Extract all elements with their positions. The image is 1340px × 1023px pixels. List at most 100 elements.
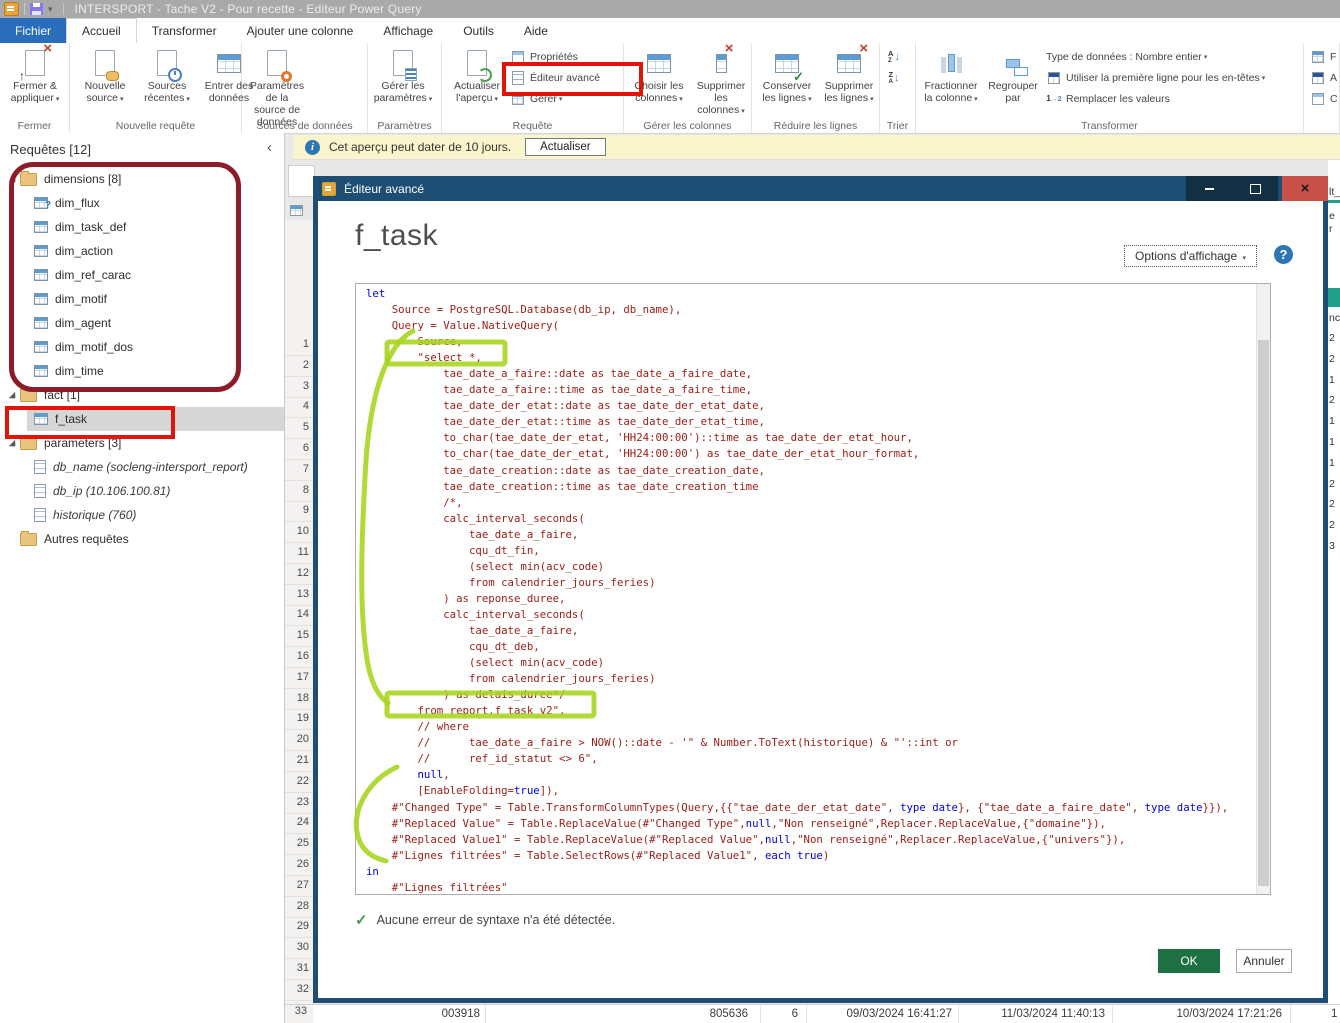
expand-arrow-icon[interactable] <box>9 392 15 398</box>
dialog-title-bar[interactable]: Éditeur avancé × <box>313 176 1328 201</box>
refresh-button[interactable]: Actualiser <box>525 138 606 156</box>
expand-arrow-icon[interactable] <box>9 440 15 446</box>
query-item-historique[interactable]: historique (760) <box>0 503 284 527</box>
query-item-dimensions[interactable]: dimensions [8] <box>0 167 284 191</box>
query-item-dim_flux[interactable]: dim_flux <box>0 191 284 215</box>
help-icon[interactable]: ? <box>1274 245 1293 264</box>
query-unknown-icon <box>34 197 48 209</box>
properties-button[interactable]: Propriétés <box>510 46 600 67</box>
row-number: 6 <box>285 442 309 454</box>
query-item-f_task[interactable]: f_task <box>0 407 284 431</box>
tab-fichier[interactable]: Fichier <box>0 18 66 43</box>
table-cell: 11/03/2024 11:40:13 <box>935 1008 1105 1020</box>
query-item-dim_agent[interactable]: dim_agent <box>0 311 284 335</box>
data-source-settings-button[interactable]: Paramètres de lasource de données <box>246 46 308 128</box>
query-item-fact[interactable]: fact [1] <box>0 383 284 407</box>
ribbon-group-nouvelle-requête: Nouvellesource▾Sourcesrécentes▾Entrer de… <box>70 43 242 133</box>
append-queries-button[interactable]: A <box>1310 67 1338 88</box>
new-source-button[interactable]: Nouvellesource▾ <box>74 46 136 106</box>
code-line: from calendrier_jours_feries) <box>366 671 1256 687</box>
ok-button[interactable]: OK <box>1158 949 1220 973</box>
code-line: calc_interval_seconds( <box>366 511 1256 527</box>
query-item-dim_time[interactable]: dim_time <box>0 359 284 383</box>
close-button[interactable]: × <box>1282 176 1328 201</box>
button-label: Actualiserl'aperçu▾ <box>454 80 500 106</box>
advanced-editor-button[interactable]: Éditeur avancé <box>510 67 600 88</box>
app-icon <box>4 2 19 16</box>
group-label: Sources de données <box>242 120 367 132</box>
keep-rows-button[interactable]: ✓Conserverles lignes▾ <box>756 46 818 106</box>
code-line: Query = Value.NativeQuery( <box>366 318 1256 334</box>
replace-values-button[interactable]: 1→2Remplacer les valeurs <box>1046 88 1265 109</box>
choose-columns-button[interactable]: Choisir lescolonnes▾ <box>628 46 690 106</box>
queries-pane-title: Requêtes [12] <box>10 142 91 157</box>
tab-affichage[interactable]: Affichage <box>368 18 448 43</box>
query-item-db_ip[interactable]: db_ip (10.106.100.81) <box>0 479 284 503</box>
tab-ajouter-une-colonne[interactable]: Ajouter une colonne <box>232 18 369 43</box>
code-line: from report.f_task_v2", <box>366 703 1256 719</box>
recent-sources-button[interactable]: Sourcesrécentes▾ <box>136 46 198 106</box>
code-editor[interactable]: let Source = PostgreSQL.Database(db_ip, … <box>355 283 1271 895</box>
table-delrow-icon: × <box>837 48 861 78</box>
tab-transformer[interactable]: Transformer <box>137 18 232 43</box>
table-keep-icon: ✓ <box>775 48 799 78</box>
m-code[interactable]: let Source = PostgreSQL.Database(db_ip, … <box>356 286 1256 894</box>
split-column-button[interactable]: Fractionnerla colonne▾ <box>920 46 982 106</box>
code-line: tae_date_a_faire::date as tae_date_a_fai… <box>366 366 1256 382</box>
query-item-dim_task_def[interactable]: dim_task_def <box>0 215 284 239</box>
cancel-button[interactable]: Annuler <box>1236 949 1292 973</box>
row-number: 12 <box>285 567 309 579</box>
combine-files-button[interactable]: C <box>1310 88 1338 109</box>
za-icon: ZA↓ <box>886 70 902 85</box>
scrollbar[interactable] <box>1256 284 1270 894</box>
manage-button[interactable]: Gérer▾ <box>510 88 600 109</box>
tab-accueil[interactable]: Accueil <box>66 18 137 43</box>
expand-arrow-icon[interactable] <box>9 176 15 182</box>
remove-columns-button[interactable]: ×Supprimer lescolonnes▾ <box>690 46 752 118</box>
ribbon-tabs: FichierAccueilTransformerAjouter une col… <box>0 18 1340 44</box>
group-label: Réduire les lignes <box>752 120 879 132</box>
query-item-db_name[interactable]: db_name (socleng-intersport_report) <box>0 455 284 479</box>
tree-indent <box>9 536 15 542</box>
query-item-dim_motif_dos[interactable]: dim_motif_dos <box>0 335 284 359</box>
page-refresh-icon <box>467 48 487 78</box>
manage-parameters-button[interactable]: Gérer lesparamètres▾ <box>372 46 434 106</box>
group-label: Fermer <box>0 120 69 132</box>
display-options-dropdown[interactable]: Options d'affichage ▾ <box>1124 245 1257 267</box>
query-item-Autres[interactable]: Autres requêtes <box>0 527 284 551</box>
save-icon[interactable] <box>30 3 43 15</box>
collapse-pane-icon[interactable]: ‹ <box>267 139 272 156</box>
tree-indent <box>9 488 15 494</box>
background-table-row: 33003918805636609/03/2024 16:41:2711/03/… <box>285 1004 1340 1023</box>
quick-access-caret-icon[interactable]: ▾ <box>48 4 53 15</box>
page-gear-icon <box>267 48 287 78</box>
minimize-button[interactable] <box>1186 176 1232 201</box>
remove-rows-button[interactable]: ×Supprimerles lignes▾ <box>818 46 880 106</box>
data-type-button[interactable]: Type de données : Nombre entier▾ <box>1046 46 1265 67</box>
scrollbar-thumb[interactable] <box>1258 340 1269 886</box>
code-line: /*, <box>366 495 1256 511</box>
query-item-dim_motif[interactable]: dim_motif <box>0 287 284 311</box>
sort-descending-button[interactable]: ZA↓ <box>886 67 906 88</box>
button-label: Supprimer lescolonnes▾ <box>690 80 752 118</box>
maximize-button[interactable] <box>1232 176 1278 201</box>
button-label: Propriétés <box>530 51 578 63</box>
tab-outils[interactable]: Outils <box>448 18 509 43</box>
code-line: #"Lignes filtrées" <box>366 880 1256 895</box>
row-number: 7 <box>285 463 309 475</box>
query-item-parameters[interactable]: parameters [3] <box>0 431 284 455</box>
cell-fragment: e <box>1329 210 1335 222</box>
merge-queries-button[interactable]: F <box>1310 46 1338 67</box>
query-label: dim_flux <box>55 196 100 210</box>
code-line: cqu_dt_fin, <box>366 543 1256 559</box>
query-item-dim_ref_carac[interactable]: dim_ref_carac <box>0 263 284 287</box>
tab-aide[interactable]: Aide <box>509 18 563 43</box>
use-first-row-as-headers-button[interactable]: Utiliser la première ligne pour les en-t… <box>1046 67 1265 88</box>
close-and-apply-button[interactable]: ×↑Fermer &appliquer▾ <box>4 46 66 106</box>
refresh-preview-button[interactable]: Actualiserl'aperçu▾ <box>446 46 508 106</box>
code-line: null, <box>366 767 1256 783</box>
query-label: Autres requêtes <box>44 532 129 546</box>
group-by-button[interactable]: Regrouperpar <box>982 46 1044 104</box>
sort-ascending-button[interactable]: AZ↓ <box>886 46 906 67</box>
query-item-dim_action[interactable]: dim_action <box>0 239 284 263</box>
